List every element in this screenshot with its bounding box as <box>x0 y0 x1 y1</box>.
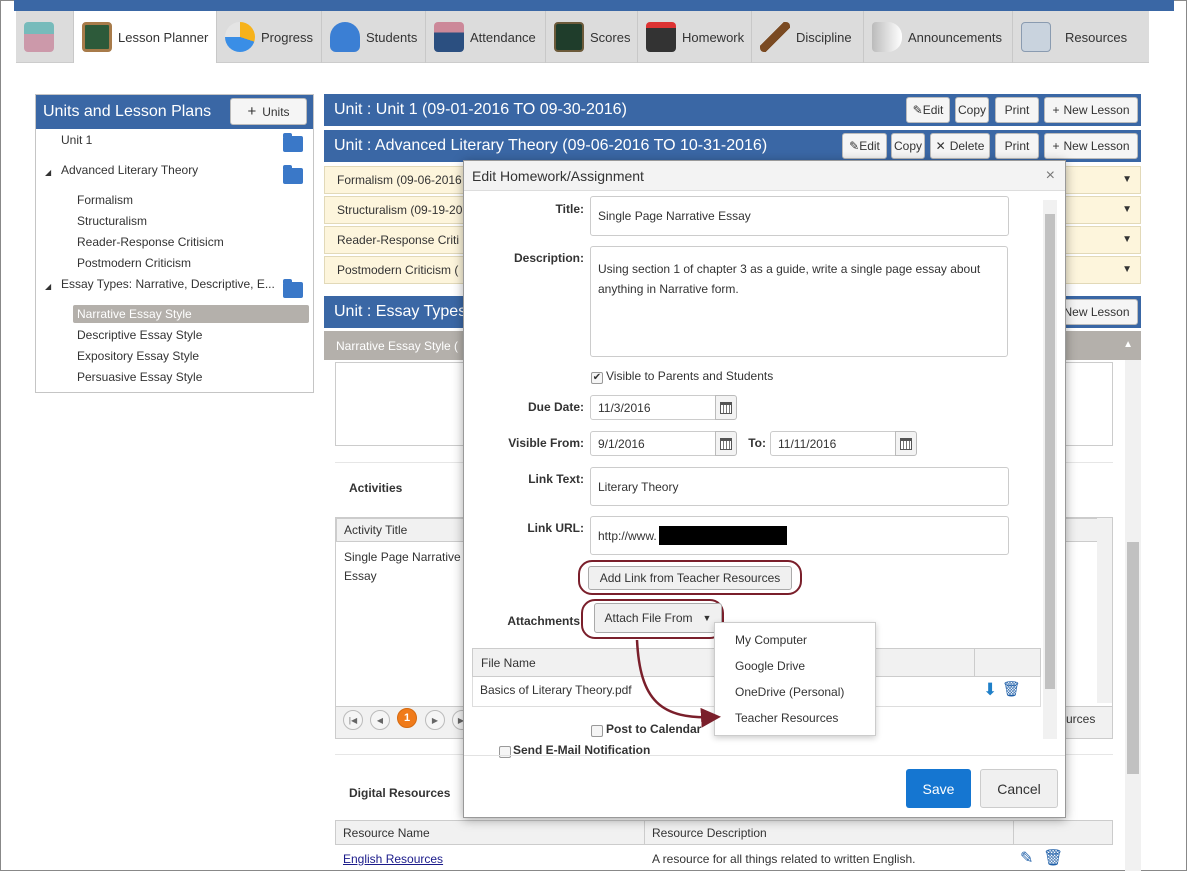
annotation-arrow <box>635 639 721 728</box>
arrow-path <box>635 639 721 728</box>
